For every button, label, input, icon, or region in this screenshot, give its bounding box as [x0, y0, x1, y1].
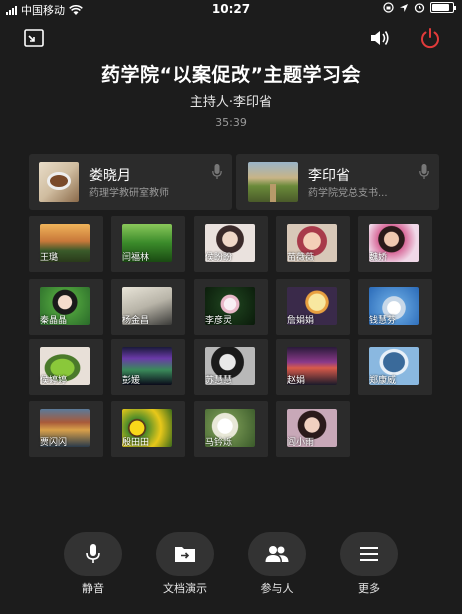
participant-tile[interactable]: 钱慧芬	[358, 279, 432, 335]
more-button[interactable]	[340, 532, 398, 576]
speaker-role: 药学院党总支书...	[308, 188, 388, 199]
participant-tile[interactable]: 王璐	[29, 216, 103, 272]
participant-name: 殷田田	[122, 438, 150, 448]
speaker-card[interactable]: 李印省 药学院党总支书...	[236, 154, 439, 210]
participant-tile[interactable]: 彭媛	[111, 339, 185, 395]
participant-name: 闫福林	[122, 253, 150, 263]
participant-name: 郑康威	[369, 376, 397, 386]
participant-name: 苗薇薇	[287, 253, 315, 263]
participant-tile[interactable]: 侯婷婷	[29, 339, 103, 395]
participants-label: 参与人	[260, 582, 294, 595]
participant-tile[interactable]: 赵娟	[276, 339, 350, 395]
participant-name: 侯盼盼	[205, 253, 233, 263]
minimize-window-icon[interactable]	[22, 26, 46, 50]
participant-tile[interactable]: 李彦灵	[194, 279, 268, 335]
participant-tile[interactable]: 侯盼盼	[194, 216, 268, 272]
participant-name: 詹娟娟	[287, 316, 315, 326]
participant-tile[interactable]: 苏慧慧	[194, 339, 268, 395]
participant-name: 秦晶晶	[40, 316, 68, 326]
participant-name: 钱慧芬	[369, 316, 397, 326]
participant-tile[interactable]: 魏娇	[358, 216, 432, 272]
microphone-icon	[419, 164, 429, 179]
participant-name: 侯婷婷	[40, 376, 68, 386]
menu-icon	[360, 547, 378, 561]
microphone-icon	[212, 164, 222, 179]
participant-name: 王璐	[40, 253, 59, 263]
participant-name: 李彦灵	[205, 316, 233, 326]
hang-up-power-icon[interactable]	[418, 26, 442, 50]
meeting-title: 药学院“以案促改”主题学习会	[101, 64, 361, 86]
participant-tile[interactable]: 闫福林	[111, 216, 185, 272]
participant-tile[interactable]: 杨金昌	[111, 279, 185, 335]
participant-tile[interactable]: 郑康威	[358, 339, 432, 395]
participant-name: 阎小雨	[287, 438, 315, 448]
battery-icon	[430, 2, 456, 13]
speaker-card[interactable]: 娄晓月 药理学教研室教师	[29, 154, 232, 210]
microphone-icon	[86, 544, 100, 563]
speaker-avatar	[248, 162, 298, 202]
participant-name: 赵娟	[287, 376, 306, 386]
speaker-name: 李印省	[308, 168, 350, 184]
people-icon	[265, 546, 289, 562]
location-icon	[400, 3, 408, 12]
mute-label: 静音	[82, 582, 104, 595]
mute-button[interactable]	[64, 532, 122, 576]
participant-tile[interactable]: 阎小雨	[276, 401, 350, 457]
participant-tile[interactable]: 马钤烁	[194, 401, 268, 457]
document-share-button[interactable]	[156, 532, 214, 576]
speaker-role: 药理学教研室教师	[89, 188, 169, 199]
participant-tile[interactable]: 贾闪闪	[29, 401, 103, 457]
participant-name: 贾闪闪	[40, 438, 68, 448]
participant-name: 魏娇	[369, 253, 388, 263]
meeting-timer: 35:39	[215, 116, 247, 129]
participant-name: 彭媛	[122, 376, 141, 386]
participant-tile[interactable]: 苗薇薇	[276, 216, 350, 272]
rotation-lock-icon	[383, 2, 394, 13]
participant-name: 马钤烁	[205, 438, 233, 448]
document-share-label: 文档演示	[163, 582, 207, 595]
participant-tile[interactable]: 詹娟娟	[276, 279, 350, 335]
participant-name: 杨金昌	[122, 316, 150, 326]
participant-name: 苏慧慧	[205, 376, 233, 386]
speaker-avatar	[39, 162, 79, 202]
share-document-icon	[175, 547, 195, 562]
participants-button[interactable]	[248, 532, 306, 576]
speaker-volume-icon[interactable]	[368, 26, 392, 50]
participant-tile[interactable]: 殷田田	[111, 401, 185, 457]
more-label: 更多	[358, 582, 380, 595]
status-bar: 中国移动 10:27	[0, 0, 462, 18]
speaker-name: 娄晓月	[89, 168, 131, 184]
alarm-icon	[414, 3, 425, 13]
meeting-host: 主持人·李印省	[189, 95, 273, 110]
participant-tile[interactable]: 秦晶晶	[29, 279, 103, 335]
